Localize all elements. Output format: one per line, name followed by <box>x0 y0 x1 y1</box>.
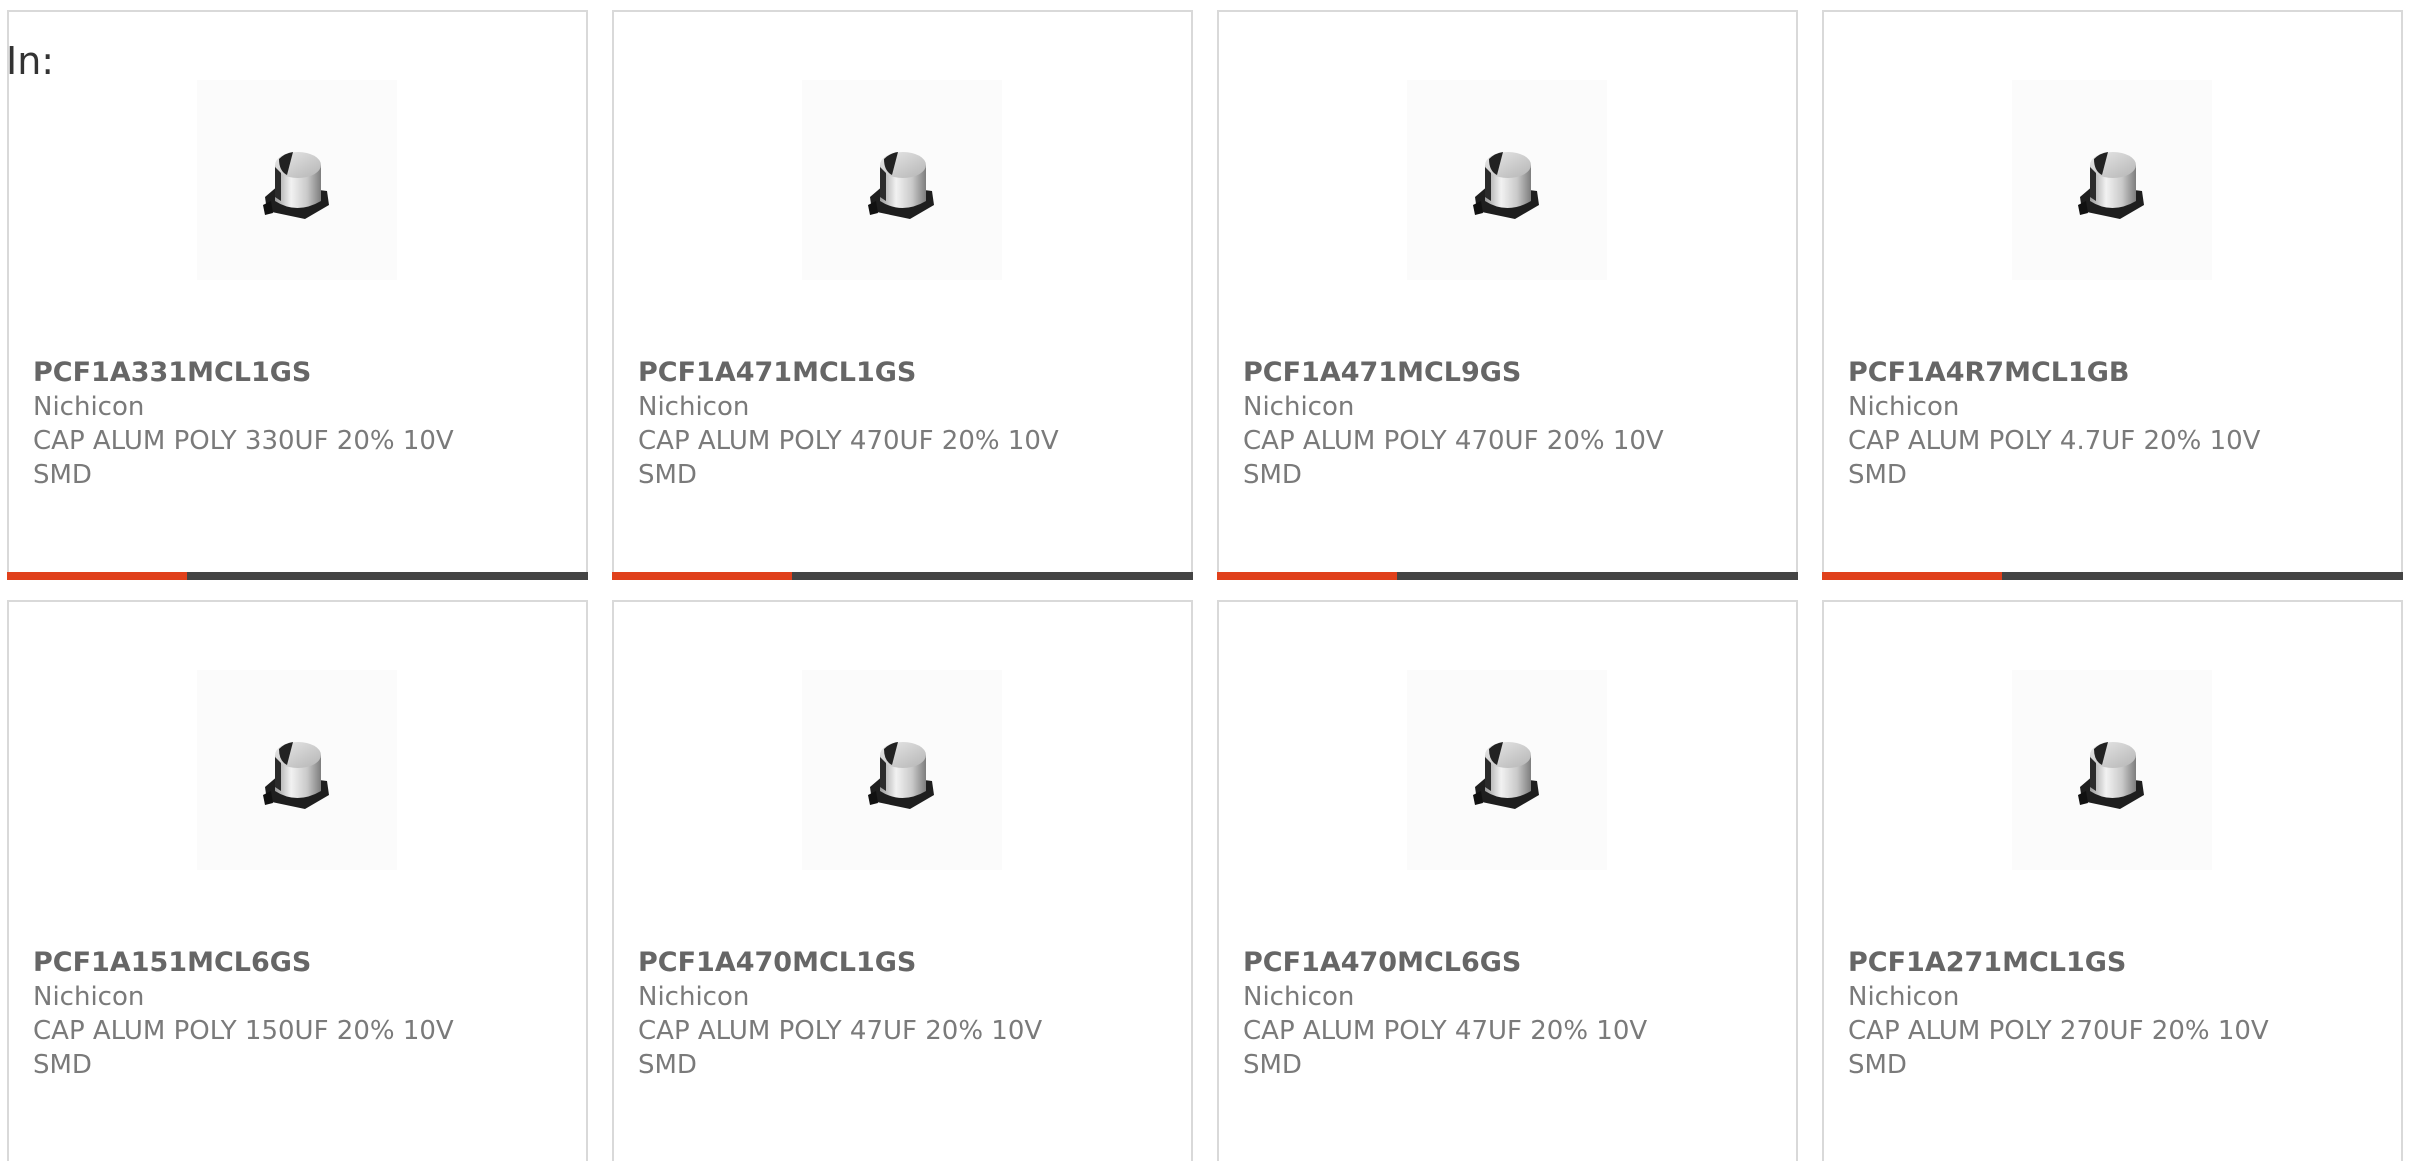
smd-capacitor-icon <box>2078 742 2144 809</box>
manufacturer-name: Nichicon <box>1848 392 1960 422</box>
smd-capacitor-icon <box>868 152 934 219</box>
manufacturer-name: Nichicon <box>638 982 750 1012</box>
progress-bar <box>1217 572 1798 580</box>
smd-capacitor-icon <box>868 742 934 809</box>
smd-capacitor-icon <box>263 742 329 809</box>
part-number-link[interactable]: PCF1A470MCL1GS <box>638 946 1158 980</box>
progress-bar <box>7 572 588 580</box>
product-grid-page: PCF1A331MCL1GS Nichicon CAP ALUM POLY 33… <box>0 0 2410 1161</box>
product-info: PCF1A471MCL1GS Nichicon CAP ALUM POLY 47… <box>638 356 1158 492</box>
product-description: CAP ALUM POLY 470UF 20% 10V SMD <box>1243 426 1664 490</box>
part-number-link[interactable]: PCF1A470MCL6GS <box>1243 946 1763 980</box>
progress-bar-fill <box>7 572 188 580</box>
manufacturer-name: Nichicon <box>1243 982 1355 1012</box>
product-info: PCF1A271MCL1GS Nichicon CAP ALUM POLY 27… <box>1848 946 2368 1082</box>
part-number-link[interactable]: PCF1A331MCL1GS <box>33 356 553 390</box>
smd-capacitor-icon <box>2078 152 2144 219</box>
product-image[interactable] <box>802 670 1002 870</box>
smd-capacitor-icon <box>1473 742 1539 809</box>
product-grid: PCF1A331MCL1GS Nichicon CAP ALUM POLY 33… <box>7 10 2403 1161</box>
manufacturer-name: Nichicon <box>638 392 750 422</box>
product-info: PCF1A151MCL6GS Nichicon CAP ALUM POLY 15… <box>33 946 553 1082</box>
progress-bar <box>612 572 1193 580</box>
product-description: CAP ALUM POLY 47UF 20% 10V SMD <box>638 1016 1043 1080</box>
product-image[interactable] <box>2012 80 2212 280</box>
part-number-link[interactable]: PCF1A271MCL1GS <box>1848 946 2368 980</box>
product-card[interactable]: PCF1A331MCL1GS Nichicon CAP ALUM POLY 33… <box>7 10 588 580</box>
product-image[interactable] <box>2012 670 2212 870</box>
product-image[interactable] <box>197 670 397 870</box>
product-card[interactable]: PCF1A4R7MCL1GB Nichicon CAP ALUM POLY 4.… <box>1822 10 2403 580</box>
product-image[interactable] <box>1407 670 1607 870</box>
product-card[interactable]: PCF1A470MCL1GS Nichicon CAP ALUM POLY 47… <box>612 600 1193 1161</box>
product-info: PCF1A470MCL6GS Nichicon CAP ALUM POLY 47… <box>1243 946 1763 1082</box>
product-info: PCF1A471MCL9GS Nichicon CAP ALUM POLY 47… <box>1243 356 1763 492</box>
part-number-link[interactable]: PCF1A471MCL1GS <box>638 356 1158 390</box>
product-image[interactable] <box>1407 80 1607 280</box>
product-description: CAP ALUM POLY 47UF 20% 10V SMD <box>1243 1016 1648 1080</box>
smd-capacitor-icon <box>1473 152 1539 219</box>
product-description: CAP ALUM POLY 330UF 20% 10V SMD <box>33 426 454 490</box>
smd-capacitor-icon <box>263 152 329 219</box>
progress-bar-fill <box>612 572 793 580</box>
product-card[interactable]: PCF1A471MCL1GS Nichicon CAP ALUM POLY 47… <box>612 10 1193 580</box>
progress-bar <box>1822 572 2403 580</box>
progress-bar-fill <box>1822 572 2003 580</box>
manufacturer-name: Nichicon <box>1848 982 1960 1012</box>
part-number-link[interactable]: PCF1A4R7MCL1GB <box>1848 356 2368 390</box>
product-info: PCF1A470MCL1GS Nichicon CAP ALUM POLY 47… <box>638 946 1158 1082</box>
product-description: CAP ALUM POLY 150UF 20% 10V SMD <box>33 1016 454 1080</box>
part-number-link[interactable]: PCF1A151MCL6GS <box>33 946 553 980</box>
manufacturer-name: Nichicon <box>33 392 145 422</box>
product-description: CAP ALUM POLY 4.7UF 20% 10V SMD <box>1848 426 2261 490</box>
product-description: CAP ALUM POLY 470UF 20% 10V SMD <box>638 426 1059 490</box>
product-card[interactable]: PCF1A271MCL1GS Nichicon CAP ALUM POLY 27… <box>1822 600 2403 1161</box>
product-card[interactable]: PCF1A470MCL6GS Nichicon CAP ALUM POLY 47… <box>1217 600 1798 1161</box>
product-card[interactable]: PCF1A151MCL6GS Nichicon CAP ALUM POLY 15… <box>7 600 588 1161</box>
product-info: PCF1A331MCL1GS Nichicon CAP ALUM POLY 33… <box>33 356 553 492</box>
manufacturer-name: Nichicon <box>1243 392 1355 422</box>
progress-bar-fill <box>1217 572 1398 580</box>
product-image[interactable] <box>802 80 1002 280</box>
product-description: CAP ALUM POLY 270UF 20% 10V SMD <box>1848 1016 2269 1080</box>
product-card[interactable]: PCF1A471MCL9GS Nichicon CAP ALUM POLY 47… <box>1217 10 1798 580</box>
product-info: PCF1A4R7MCL1GB Nichicon CAP ALUM POLY 4.… <box>1848 356 2368 492</box>
manufacturer-name: Nichicon <box>33 982 145 1012</box>
part-number-link[interactable]: PCF1A471MCL9GS <box>1243 356 1763 390</box>
in-label: In: <box>6 39 55 83</box>
product-image[interactable] <box>197 80 397 280</box>
